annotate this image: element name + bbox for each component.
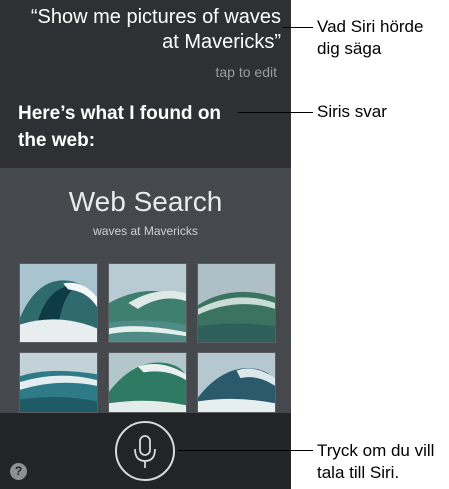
tap-to-edit-link[interactable]: tap to edit	[216, 64, 278, 80]
microphone-button[interactable]	[115, 421, 175, 481]
help-button[interactable]: ?	[10, 463, 27, 480]
wave-image-5[interactable]	[108, 352, 187, 413]
callout-line-mic	[178, 450, 313, 451]
siri-screen: “Show me pictures of waves at Mavericks”…	[0, 0, 291, 489]
web-search-card[interactable]: Web Search waves at Mavericks	[0, 168, 291, 413]
callout-response: Siris svar	[317, 102, 387, 121]
wave-image-1[interactable]	[19, 263, 98, 343]
web-search-query: waves at Mavericks	[93, 224, 198, 238]
wave-image-4[interactable]	[19, 352, 98, 413]
siri-answer: Here’s what I found on the web:	[18, 103, 222, 151]
heard-quote: “Show me pictures of waves at Mavericks”	[30, 6, 281, 53]
callout-line-heard	[283, 27, 313, 28]
microphone-icon	[134, 435, 156, 468]
callout-line-response	[238, 112, 313, 113]
callout-heard: Vad Siri hörde dig säga	[317, 17, 424, 58]
bottom-bar: ?	[0, 413, 291, 489]
wave-image-3[interactable]	[197, 263, 276, 343]
callout-mic: Tryck om du vill tala till Siri.	[317, 441, 435, 482]
wave-image-2[interactable]	[108, 263, 187, 343]
wave-image-6[interactable]	[197, 352, 276, 413]
web-search-title: Web Search	[68, 186, 223, 217]
